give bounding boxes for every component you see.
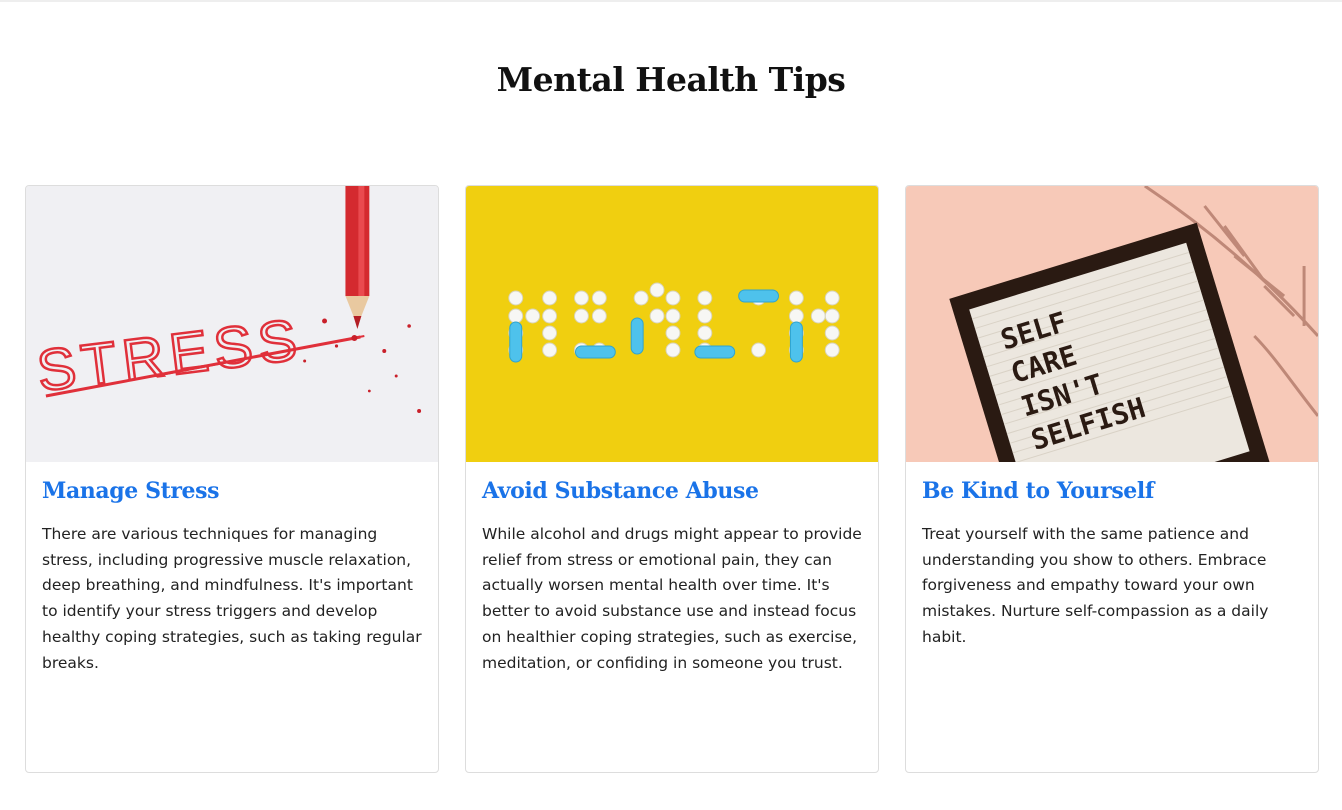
pill-dot [542,325,558,341]
tip-card-be-kind-to-yourself: SELF CARE ISN'T SELFISH Be Kind to Yours… [905,185,1319,773]
capsule-pill [789,321,803,363]
pill-dot [697,325,713,341]
page-title: Mental Health Tips [496,60,846,99]
pill-dot [697,308,713,324]
capsule-pill [694,345,736,359]
pill-dot [824,290,840,306]
pill-dot [665,308,681,324]
card-text: There are various techniques for managin… [42,525,422,672]
card-title: Be Kind to Yourself [922,478,1154,504]
pill-dot [810,308,826,324]
pill-dot [591,308,607,324]
pill-dot [665,325,681,341]
self-care-letterboard-image: SELF CARE ISN'T SELFISH [906,186,1318,462]
tip-card-manage-stress: STRESS Manage Stress There are various t… [25,185,439,773]
pill-dot [508,290,524,306]
pill-dot [525,308,541,324]
pill-dot [633,290,649,306]
tip-card-avoid-substance-abuse: Avoid Substance Abuse While alcohol and … [465,185,879,773]
pill-dot [824,308,840,324]
card-text: Treat yourself with the same patience an… [922,525,1269,646]
capsule-pill [630,317,644,355]
stress-image: STRESS [26,186,438,462]
pill-dot [508,308,524,324]
pill-dot [573,308,589,324]
pill-dot [542,290,558,306]
pill-dot [824,325,840,341]
pills-health-image [466,186,878,462]
pill-dot [649,282,665,298]
pill-dot [824,342,840,358]
card-text: While alcohol and drugs might appear to … [482,525,862,672]
pill-dot [649,308,665,324]
pill-dot [591,290,607,306]
pill-dot [542,342,558,358]
pill-dot [573,290,589,306]
capsule-pill [738,289,779,303]
top-divider [0,0,1342,2]
pill-dot [751,342,767,358]
capsule-pill [574,345,616,359]
pill-dot [697,290,713,306]
card-title: Manage Stress [42,478,220,504]
pill-dot [542,308,558,324]
capsule-pill [509,321,523,363]
pill-dot [788,290,804,306]
pill-dot [788,308,804,324]
pill-dot [665,342,681,358]
card-title: Avoid Substance Abuse [482,478,759,504]
pill-dot [665,290,681,306]
